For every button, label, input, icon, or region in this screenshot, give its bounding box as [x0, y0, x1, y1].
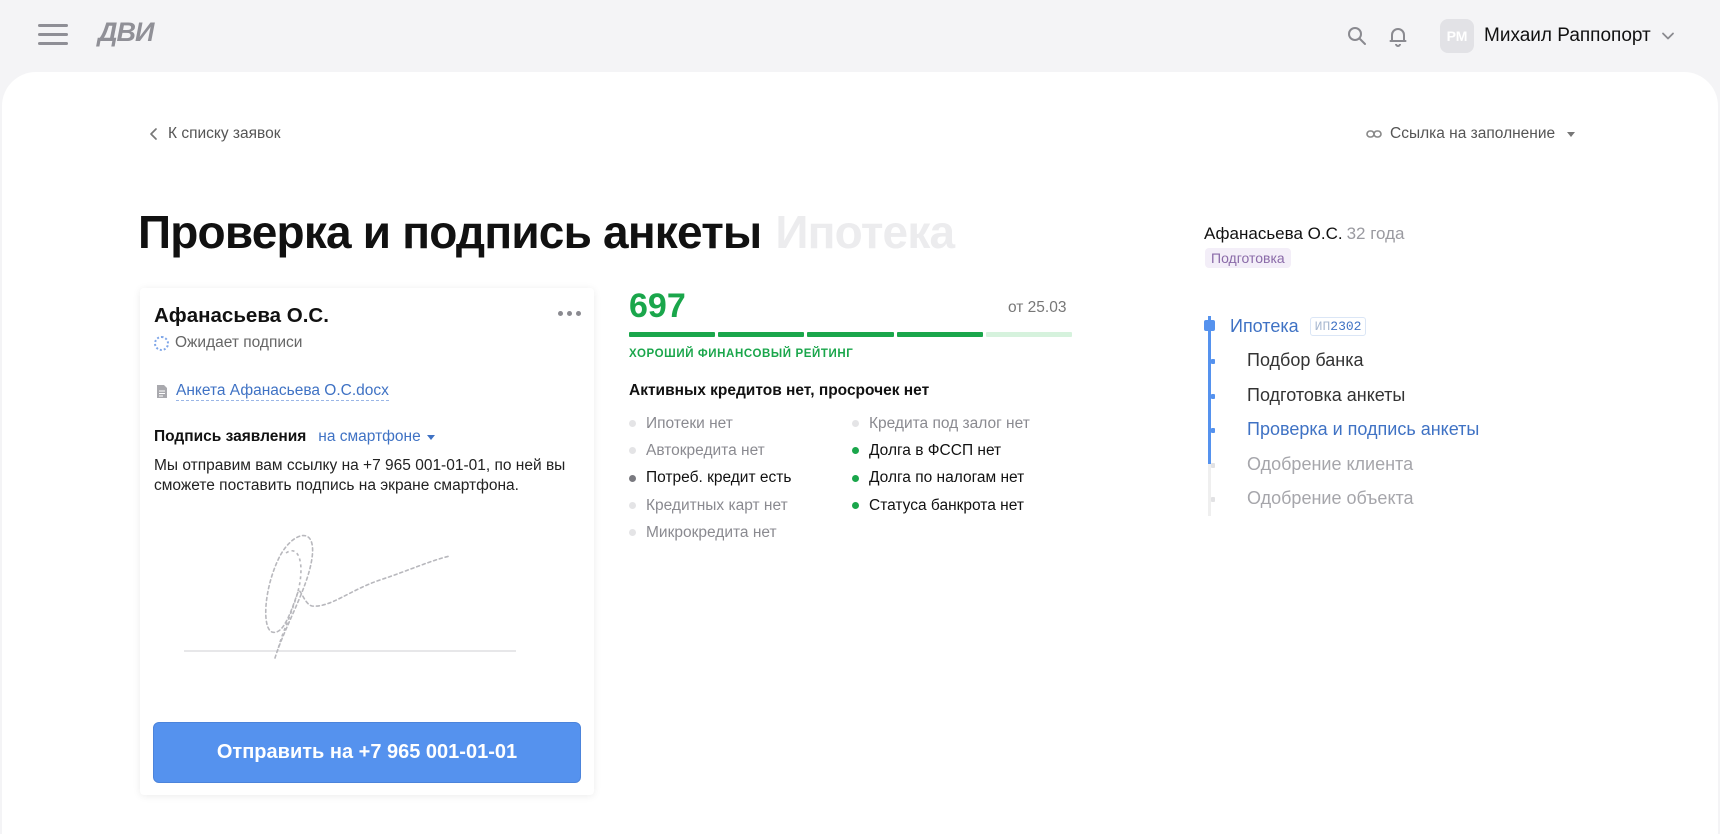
- document-icon: [157, 385, 167, 398]
- menu-icon[interactable]: [38, 24, 68, 46]
- timeline-node: [1211, 393, 1215, 399]
- timeline-step[interactable]: Подготовка анкеты: [1247, 385, 1405, 406]
- timeline-node-product: [1204, 320, 1215, 331]
- page-title: Проверка и подпись анкеты Ипотека: [138, 205, 955, 259]
- timeline-node: [1211, 497, 1215, 502]
- score-bar: [629, 332, 1073, 337]
- credit-item: Кредита под залог нет: [852, 410, 1030, 437]
- back-link-label: К списку заявок: [168, 125, 281, 142]
- chevron-down-icon[interactable]: [1660, 28, 1676, 44]
- timeline-node: [1211, 428, 1215, 433]
- logo[interactable]: ДВИ: [98, 17, 154, 48]
- product-tag-prefix: ИП: [1314, 319, 1331, 334]
- credit-item-label: Автокредита нет: [646, 441, 765, 459]
- timeline-step[interactable]: Одобрение клиента: [1247, 454, 1413, 475]
- bell-icon[interactable]: [1386, 24, 1410, 48]
- product-tag-number: 2302: [1330, 319, 1362, 334]
- status-dot-icon: [629, 447, 636, 455]
- credit-item-label: Потреб. кредит есть: [646, 469, 792, 487]
- status-dot-icon: [629, 529, 636, 537]
- back-to-list-link[interactable]: К списку заявок: [148, 125, 280, 143]
- credit-list-left: Ипотеки нет Автокредита нет Потреб. кредит…: [629, 410, 791, 546]
- client-summary: Афанасьева О.С. 32 года: [1204, 224, 1405, 244]
- sign-method-value: на смартфоне: [318, 428, 421, 445]
- status-dot-icon: [852, 474, 859, 482]
- score-segment: [807, 332, 894, 337]
- chevron-left-icon: [150, 128, 157, 140]
- timeline-step[interactable]: Одобрение объекта: [1247, 488, 1414, 509]
- signature-placeholder-graphic: [184, 534, 516, 659]
- score-date: от 25.03: [1008, 299, 1067, 316]
- timeline-product-label: Ипотека: [1230, 316, 1299, 336]
- signature-card: Афанасьева О.С. Ожидает подписи Анкета А…: [140, 288, 594, 795]
- credit-item: Долга по налогам нет: [852, 465, 1030, 492]
- progress-timeline: Ипотека ИП2302 Подбор банка Подготовка ан…: [1200, 312, 1560, 516]
- status-dot-icon: [629, 474, 636, 482]
- credit-item-label: Статуса банкрота нет: [869, 496, 1024, 514]
- sign-method-dropdown[interactable]: на смартфоне: [318, 428, 435, 446]
- credit-item: Кредитных карт нет: [629, 492, 791, 519]
- score-segment: [718, 332, 805, 337]
- product-tag: ИП2302: [1309, 317, 1367, 336]
- timeline-product[interactable]: Ипотека ИП2302: [1230, 316, 1367, 337]
- timeline-line-pending: [1208, 464, 1211, 516]
- credit-list-right: Кредита под залог нет Долга в ФССП нет Дол…: [852, 410, 1030, 519]
- spinner-icon: [154, 335, 169, 351]
- score-segment: [985, 332, 1073, 337]
- credit-item: Ипотеки нет: [629, 410, 791, 437]
- document-row: Анкета Афанасьева О.С.docx: [156, 382, 389, 401]
- client-name: Афанасьева О.С.: [1204, 224, 1343, 243]
- credit-item: Потреб. кредит есть: [629, 465, 791, 492]
- credits-headline: Активных кредитов нет, просрочек нет: [629, 382, 930, 399]
- status-dot-icon: [852, 447, 859, 455]
- more-icon[interactable]: [558, 306, 586, 320]
- timeline-step[interactable]: Подбор банка: [1247, 350, 1364, 371]
- credit-item-label: Долга в ФССП нет: [869, 441, 1002, 459]
- credit-item-label: Кредита под залог нет: [869, 414, 1030, 432]
- stage-badge: Подготовка: [1205, 248, 1291, 268]
- sign-method-row: Подпись заявления на смартфоне: [154, 428, 435, 446]
- timeline-node: [1211, 462, 1215, 468]
- credit-item: Автокредита нет: [629, 437, 791, 464]
- send-button[interactable]: Отправить на +7 965 001-01-01: [153, 722, 581, 783]
- sign-label: Подпись заявления: [154, 428, 307, 445]
- credit-score: 697: [629, 287, 686, 325]
- status-dot-icon: [852, 420, 859, 428]
- score-segment: [896, 332, 983, 337]
- avatar[interactable]: РМ: [1440, 19, 1474, 53]
- caret-down-icon: [1567, 131, 1576, 137]
- sign-description: Мы отправим вам ссылку на +7 965 001-01-…: [154, 457, 566, 494]
- timeline-line-done: [1208, 316, 1211, 464]
- caret-down-icon: [426, 434, 435, 440]
- status-dot-icon: [629, 420, 636, 428]
- credit-item-label: Кредитных карт нет: [646, 496, 788, 514]
- credit-item-label: Ипотеки нет: [646, 414, 733, 432]
- credit-item: Микрокредита нет: [629, 519, 791, 546]
- top-bar: ДВИ РМ Михаил Раппопорт: [0, 0, 1720, 72]
- user-name[interactable]: Михаил Раппопорт: [1484, 25, 1651, 47]
- score-segment: [629, 332, 716, 337]
- fill-link-dropdown[interactable]: Ссылка на заполнение: [1366, 125, 1576, 143]
- timeline-step[interactable]: Проверка и подпись анкеты: [1247, 419, 1479, 440]
- search-icon[interactable]: [1345, 24, 1369, 48]
- document-link[interactable]: Анкета Афанасьева О.С.docx: [176, 382, 389, 401]
- credit-item: Долга в ФССП нет: [852, 437, 1030, 464]
- credit-item-label: Долга по налогам нет: [869, 469, 1025, 487]
- fill-link-label: Ссылка на заполнение: [1390, 125, 1556, 142]
- timeline-node: [1211, 359, 1215, 364]
- status-dot-icon: [629, 502, 636, 510]
- credit-item: Статуса банкрота нет: [852, 492, 1030, 519]
- rating-label: ХОРОШИЙ ФИНАНСОВЫЙ РЕЙТИНГ: [629, 348, 854, 360]
- credit-item-label: Микрокредита нет: [646, 523, 777, 541]
- page-title-text: Проверка и подпись анкеты: [138, 206, 762, 258]
- status-dot-icon: [852, 502, 859, 510]
- status-indicator: Ожидает подписи: [154, 334, 302, 352]
- link-icon: [1366, 130, 1382, 138]
- status-text: Ожидает подписи: [175, 334, 303, 351]
- card-client-name: Афанасьева О.С.: [154, 304, 329, 327]
- client-age: 32 года: [1346, 224, 1405, 243]
- page-subtitle: Ипотека: [775, 206, 955, 258]
